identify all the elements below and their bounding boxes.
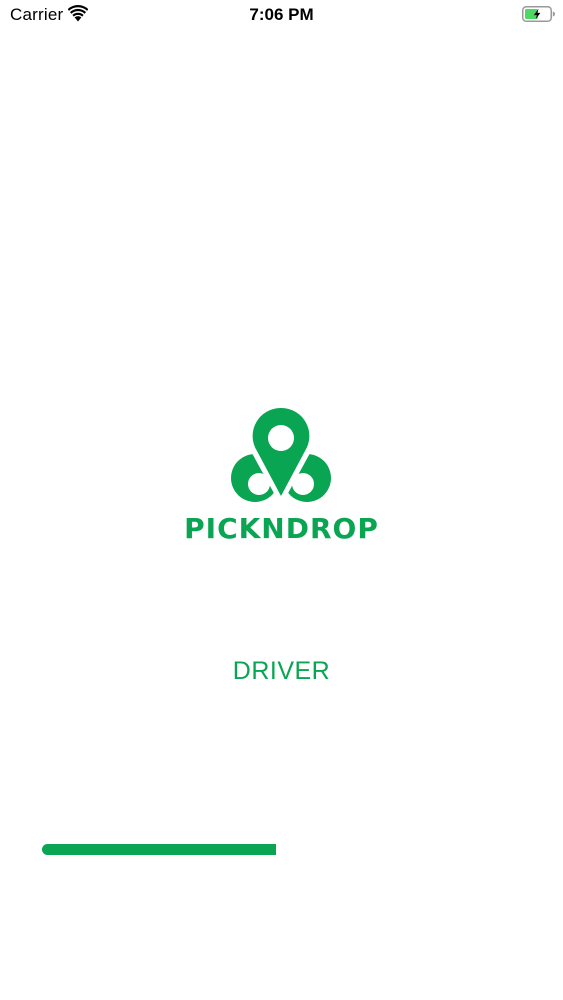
loading-progress-fill (42, 844, 277, 855)
location-pin-logo-icon (231, 406, 331, 506)
status-bar: Carrier 7:06 PM (0, 0, 563, 30)
brand-name: PICKNDROP (184, 512, 379, 545)
battery-charging-icon (522, 6, 555, 22)
clock-time: 7:06 PM (249, 5, 314, 24)
loading-progress-bar (42, 844, 520, 855)
role-label: DRIVER (232, 657, 331, 685)
